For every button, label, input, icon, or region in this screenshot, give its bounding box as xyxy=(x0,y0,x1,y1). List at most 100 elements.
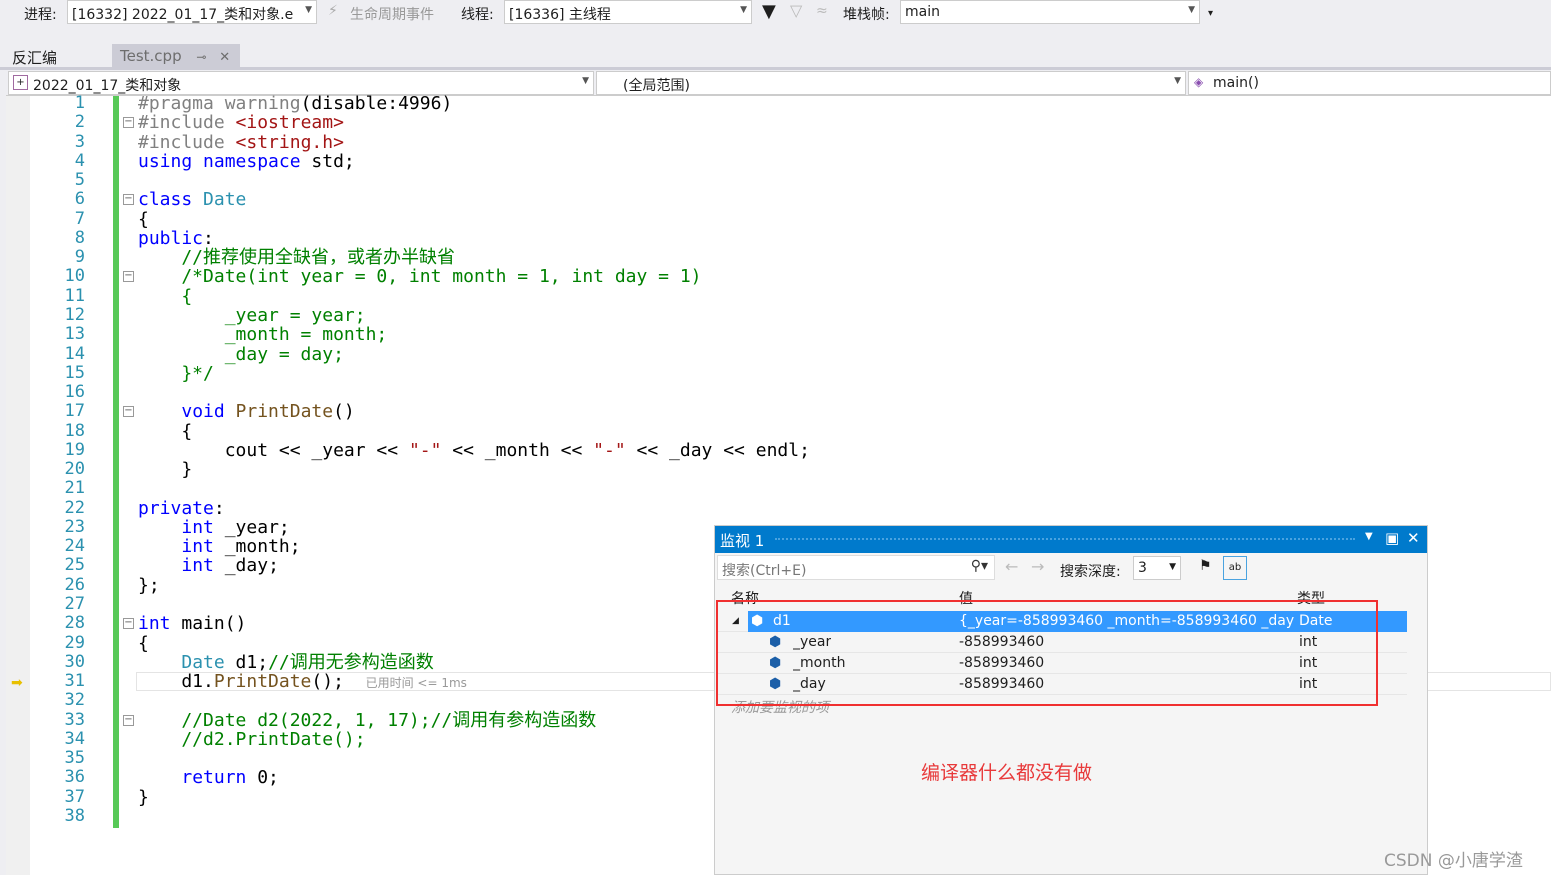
code-line[interactable]: return 0; xyxy=(138,768,279,787)
code-line[interactable]: { xyxy=(138,209,149,229)
lifecycle-events-button[interactable]: 生命周期事件 xyxy=(350,4,434,24)
code-token: Date xyxy=(181,651,236,673)
collapse-icon[interactable]: − xyxy=(123,117,134,129)
code-line[interactable]: //d2.PrintDate(); xyxy=(138,730,365,749)
code-line[interactable]: cout << _year << "-" << _month << "-" <<… xyxy=(138,441,810,460)
filter-clear-icon[interactable]: ▽ xyxy=(790,1,802,20)
code-line[interactable]: int _year; xyxy=(138,516,289,538)
code-line[interactable]: private: xyxy=(138,499,225,518)
collapse-icon[interactable]: − xyxy=(123,271,134,283)
chevron-down-icon: ▼ xyxy=(740,5,747,15)
code-line[interactable]: #include <string.h> xyxy=(138,132,344,152)
code-line[interactable]: } xyxy=(138,460,192,479)
code-token: Date xyxy=(203,189,247,211)
process-value: [16332] 2022_01_17_类和对象.e xyxy=(72,7,294,23)
watch-title-bar: 监视 1 ▼ ▣ ✕ xyxy=(715,526,1427,553)
stack-frame-value: main xyxy=(905,4,940,20)
code-line[interactable]: void PrintDate() xyxy=(138,401,354,422)
code-line[interactable]: { xyxy=(138,287,192,306)
hex-display-icon[interactable]: ab xyxy=(1223,556,1247,580)
code-token: << _month << xyxy=(441,439,594,461)
code-line[interactable]: int _month; xyxy=(138,536,300,557)
drag-grip[interactable] xyxy=(775,538,1355,540)
code-line[interactable]: int _day; xyxy=(138,556,279,575)
chevron-down-icon: ▼ xyxy=(305,5,312,15)
collapse-icon[interactable]: − xyxy=(123,714,134,726)
code-token: cout << _year << xyxy=(138,439,409,461)
line-number: 11 xyxy=(64,285,85,306)
line-number: 27 xyxy=(64,594,85,615)
code-line[interactable]: d1.PrintDate(); 已用时间 <= 1ms xyxy=(138,672,467,693)
code-line[interactable]: //推荐使用全缺省，或者办半缺省 xyxy=(138,248,455,267)
code-line[interactable]: #include <iostream> xyxy=(138,113,344,132)
stack-frame-dropdown[interactable]: main ▼ xyxy=(900,0,1200,24)
code-line[interactable]: _year = year; xyxy=(138,306,366,325)
thread-dropdown[interactable]: [16336] 主线程 ▼ xyxy=(504,0,752,24)
scope-dropdown[interactable]: (全局范围) ▼ xyxy=(596,71,1186,95)
tab-disassembly[interactable]: 反汇编 xyxy=(4,44,65,68)
filter-icon[interactable]: ▼ xyxy=(762,1,776,22)
code-token: d1; xyxy=(235,651,269,673)
process-dropdown[interactable]: [16332] 2022_01_17_类和对象.e ▼ xyxy=(67,0,317,24)
code-line[interactable]: { xyxy=(138,421,192,441)
code-line[interactable]: #pragma warning(disable:4996) xyxy=(138,94,452,113)
pin-icon[interactable]: ⊸ xyxy=(196,50,206,64)
code-line[interactable]: _day = day; xyxy=(138,344,344,364)
code-token: : xyxy=(203,227,214,249)
code-line[interactable]: class Date xyxy=(138,190,246,209)
close-icon[interactable]: ✕ xyxy=(1407,529,1420,547)
tab-test-cpp[interactable]: Test.cpp ⊸ ✕ xyxy=(112,44,240,68)
close-icon[interactable]: ✕ xyxy=(219,50,230,65)
search-placeholder: 搜索(Ctrl+E) xyxy=(722,563,807,579)
change-tracking-bar xyxy=(113,96,119,828)
code-line[interactable]: /*Date(int year = 0, int month = 1, int … xyxy=(138,267,701,286)
process-label: 进程: xyxy=(24,7,57,23)
current-statement-arrow-icon: ➡ xyxy=(11,675,23,691)
thread-flag-icon[interactable]: ≈ xyxy=(816,3,828,19)
code-line[interactable]: } xyxy=(138,788,149,807)
back-arrow-icon[interactable]: ← xyxy=(1005,557,1018,576)
code-line[interactable]: //Date d2(2022, 1, 17);//调用有参构造函数 xyxy=(138,710,596,730)
line-number: 4 xyxy=(74,150,85,171)
code-line[interactable]: int main() xyxy=(138,614,246,633)
collapse-icon[interactable]: − xyxy=(123,194,134,206)
collapse-icon[interactable]: − xyxy=(123,406,134,418)
overflow-icon[interactable]: ▾ xyxy=(1208,8,1213,19)
project-dropdown[interactable]: +2022_01_17_类和对象 ▼ xyxy=(8,71,594,95)
line-number: 23 xyxy=(64,516,85,537)
pin-filter-icon[interactable]: ⚑ xyxy=(1199,558,1212,574)
scope-value: (全局范围) xyxy=(623,78,690,94)
code-token: _month = month; xyxy=(138,324,388,346)
code-token: << _day << endl; xyxy=(625,439,810,461)
code-line[interactable]: _month = month; xyxy=(138,324,388,346)
line-number: 32 xyxy=(64,690,85,711)
line-number: 19 xyxy=(64,439,85,460)
member-dropdown[interactable]: ◈ main() xyxy=(1188,71,1551,95)
search-icon[interactable]: ⚲▾ xyxy=(971,558,988,574)
line-number: 21 xyxy=(64,478,85,499)
watch-title: 监视 1 xyxy=(720,532,765,550)
thread-label: 线程: xyxy=(461,7,494,23)
code-line[interactable]: Date d1;//调用无参构造函数 xyxy=(138,651,433,673)
search-depth-dropdown[interactable]: 3 ▼ xyxy=(1133,556,1181,580)
code-line[interactable]: { xyxy=(138,633,149,653)
maximize-icon[interactable]: ▣ xyxy=(1385,529,1399,547)
code-token: #pragma warning xyxy=(138,93,301,114)
line-number: 24 xyxy=(64,536,85,557)
code-line[interactable]: public: xyxy=(138,229,214,248)
search-depth-value: 3 xyxy=(1138,560,1147,576)
window-menu-icon[interactable]: ▼ xyxy=(1365,531,1373,542)
line-number: 35 xyxy=(64,748,85,769)
code-token: int xyxy=(181,516,225,538)
code-line[interactable]: using namespace std; xyxy=(138,152,355,171)
watch-search-input[interactable]: 搜索(Ctrl+E) ⚲▾ xyxy=(717,555,995,580)
code-line[interactable]: }; xyxy=(138,576,160,595)
code-line[interactable]: }*/ xyxy=(138,364,214,383)
line-number: 6 xyxy=(74,189,85,210)
forward-arrow-icon[interactable]: → xyxy=(1031,557,1044,576)
line-number: 14 xyxy=(64,343,85,364)
collapse-icon[interactable]: − xyxy=(123,618,134,630)
